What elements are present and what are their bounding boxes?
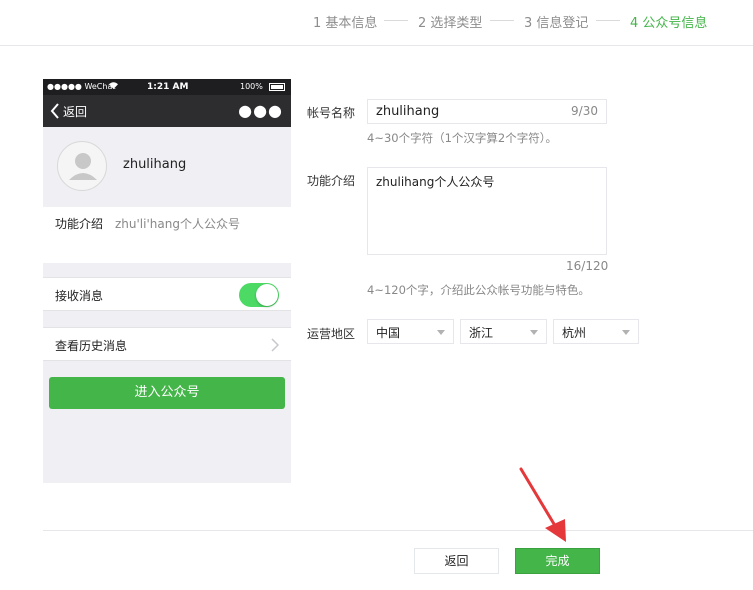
step-basic-info: 1 基本信息 xyxy=(313,16,378,31)
intro-tip: 4~120个字，介绍此公众帐号功能与特色。 xyxy=(367,283,590,297)
chevron-down-icon xyxy=(530,330,538,335)
step-indicator: 1 基本信息 2 选择类型 3 信息登记 4 公众号信息 xyxy=(0,0,753,46)
phone-preview: ●●●●● WeChat 1:21 AM 100% 返回 ●●● zhuliha… xyxy=(43,79,291,483)
footer-divider xyxy=(43,530,753,531)
province-value: 浙江 xyxy=(469,326,494,340)
account-name-value: zhulihang xyxy=(376,104,440,119)
step-info-register: 3 信息登记 xyxy=(524,16,589,31)
history-messages-label: 查看历史消息 xyxy=(55,339,128,353)
back-chevron-icon[interactable] xyxy=(50,103,60,119)
account-name-input[interactable]: zhulihang 9/30 xyxy=(367,99,607,124)
default-user-icon xyxy=(57,141,107,191)
receive-messages-label: 接收消息 xyxy=(55,289,104,303)
receive-messages-toggle[interactable] xyxy=(239,283,279,307)
account-name-counter: 9/30 xyxy=(571,104,598,118)
step-divider xyxy=(384,20,408,21)
back-button[interactable]: 返回 xyxy=(414,548,499,574)
phone-status-bar: ●●●●● WeChat 1:21 AM 100% xyxy=(43,79,291,95)
intro-value: zhu'li'hang个人公众号 xyxy=(115,217,240,231)
step-divider xyxy=(596,20,620,21)
battery-icon xyxy=(269,83,285,91)
profile-header: zhulihang xyxy=(43,127,291,207)
intro-field-value: zhulihang个人公众号 xyxy=(376,175,495,189)
intro-field-label: 功能介绍 xyxy=(307,174,356,188)
battery-percent: 100% xyxy=(240,82,263,91)
carrier-label: ●●●●● WeChat xyxy=(47,82,116,91)
province-select[interactable]: 浙江 xyxy=(460,319,547,344)
phone-back-link[interactable]: 返回 xyxy=(63,103,87,120)
country-value: 中国 xyxy=(376,326,401,340)
toggle-knob xyxy=(256,284,278,306)
step-divider xyxy=(490,20,514,21)
receive-messages-row: 接收消息 xyxy=(43,277,291,311)
more-icon[interactable]: ●●● xyxy=(238,101,283,120)
region-label: 运营地区 xyxy=(307,327,356,341)
city-value: 杭州 xyxy=(562,326,587,340)
chevron-down-icon xyxy=(437,330,445,335)
city-select[interactable]: 杭州 xyxy=(553,319,639,344)
chevron-right-icon xyxy=(271,338,280,352)
step-account-info: 4 公众号信息 xyxy=(630,16,708,31)
profile-name: zhulihang xyxy=(123,157,187,172)
done-button[interactable]: 完成 xyxy=(515,548,600,574)
chevron-down-icon xyxy=(622,330,630,335)
account-name-label: 帐号名称 xyxy=(307,106,356,120)
phone-nav-bar: 返回 ●●● xyxy=(43,95,291,127)
account-name-tip: 4~30个字符（1个汉字算2个字符）。 xyxy=(367,131,557,145)
country-select[interactable]: 中国 xyxy=(367,319,454,344)
intro-textarea[interactable]: zhulihang个人公众号 xyxy=(367,167,607,255)
intro-counter: 16/120 xyxy=(566,259,609,273)
wifi-icon xyxy=(109,82,118,91)
history-messages-row[interactable]: 查看历史消息 xyxy=(43,327,291,361)
intro-row: 功能介绍 zhu'li'hang个人公众号 xyxy=(43,207,291,263)
enter-account-button[interactable]: 进入公众号 xyxy=(49,377,285,409)
step-select-type: 2 选择类型 xyxy=(418,16,483,31)
status-time: 1:21 AM xyxy=(147,82,189,92)
intro-label: 功能介绍 xyxy=(55,217,104,231)
